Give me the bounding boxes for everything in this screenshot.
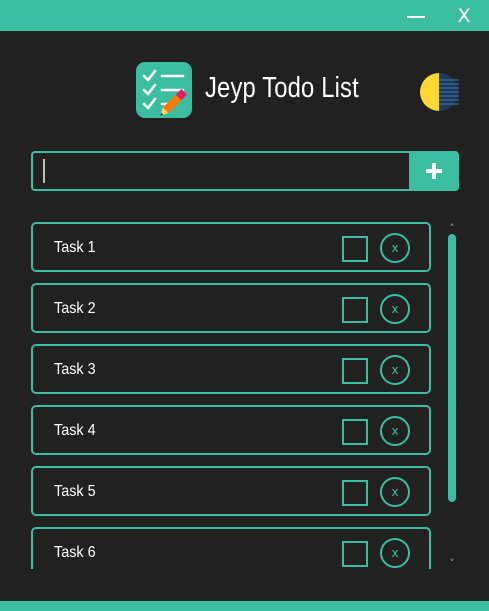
task-complete-checkbox[interactable]	[342, 480, 368, 506]
task-delete-button[interactable]: x	[380, 355, 410, 385]
plus-icon	[426, 163, 442, 179]
task-complete-checkbox[interactable]	[342, 419, 368, 445]
task-delete-button[interactable]: x	[380, 416, 410, 446]
task-item: Task 6 x	[31, 527, 431, 569]
text-caret	[43, 159, 45, 183]
task-label: Task 4	[54, 422, 96, 439]
task-delete-button[interactable]: x	[380, 538, 410, 568]
new-task-input[interactable]	[33, 153, 410, 189]
scroll-up-arrow[interactable]: ˄	[445, 222, 459, 235]
task-item: Task 3 x	[31, 344, 431, 394]
task-delete-button[interactable]: x	[380, 477, 410, 507]
task-item: Task 4 x	[31, 405, 431, 455]
task-list: Task 1 x Task 2 x Task 3 x Task 4 x Task…	[31, 222, 431, 569]
task-complete-checkbox[interactable]	[342, 541, 368, 567]
task-complete-checkbox[interactable]	[342, 236, 368, 262]
minimize-button[interactable]	[398, 0, 434, 31]
task-label: Task 3	[54, 361, 96, 378]
scrollbar-thumb[interactable]	[448, 234, 456, 502]
close-window-button[interactable]: X	[446, 0, 482, 31]
task-item: Task 2 x	[31, 283, 431, 333]
task-item: Task 5 x	[31, 466, 431, 516]
task-item: Task 1 x	[31, 222, 431, 272]
task-label: Task 6	[54, 544, 96, 561]
title-bar: X	[0, 0, 489, 31]
scrollbar-track[interactable]	[448, 234, 456, 556]
task-delete-button[interactable]: x	[380, 233, 410, 263]
add-task-button[interactable]	[409, 151, 459, 191]
new-task-field[interactable]	[31, 151, 410, 191]
task-delete-button[interactable]: x	[380, 294, 410, 324]
scroll-down-arrow[interactable]: ˅	[445, 557, 459, 570]
bottom-bar	[0, 601, 489, 611]
minimize-icon	[407, 15, 425, 18]
half-moon-theme-icon[interactable]	[419, 72, 459, 112]
app-title: Jeyp Todo List	[205, 72, 359, 104]
task-complete-checkbox[interactable]	[342, 297, 368, 323]
task-label: Task 2	[54, 300, 96, 317]
checklist-pencil-icon	[136, 62, 192, 118]
task-label: Task 5	[54, 483, 96, 500]
task-complete-checkbox[interactable]	[342, 358, 368, 384]
task-label: Task 1	[54, 239, 96, 256]
